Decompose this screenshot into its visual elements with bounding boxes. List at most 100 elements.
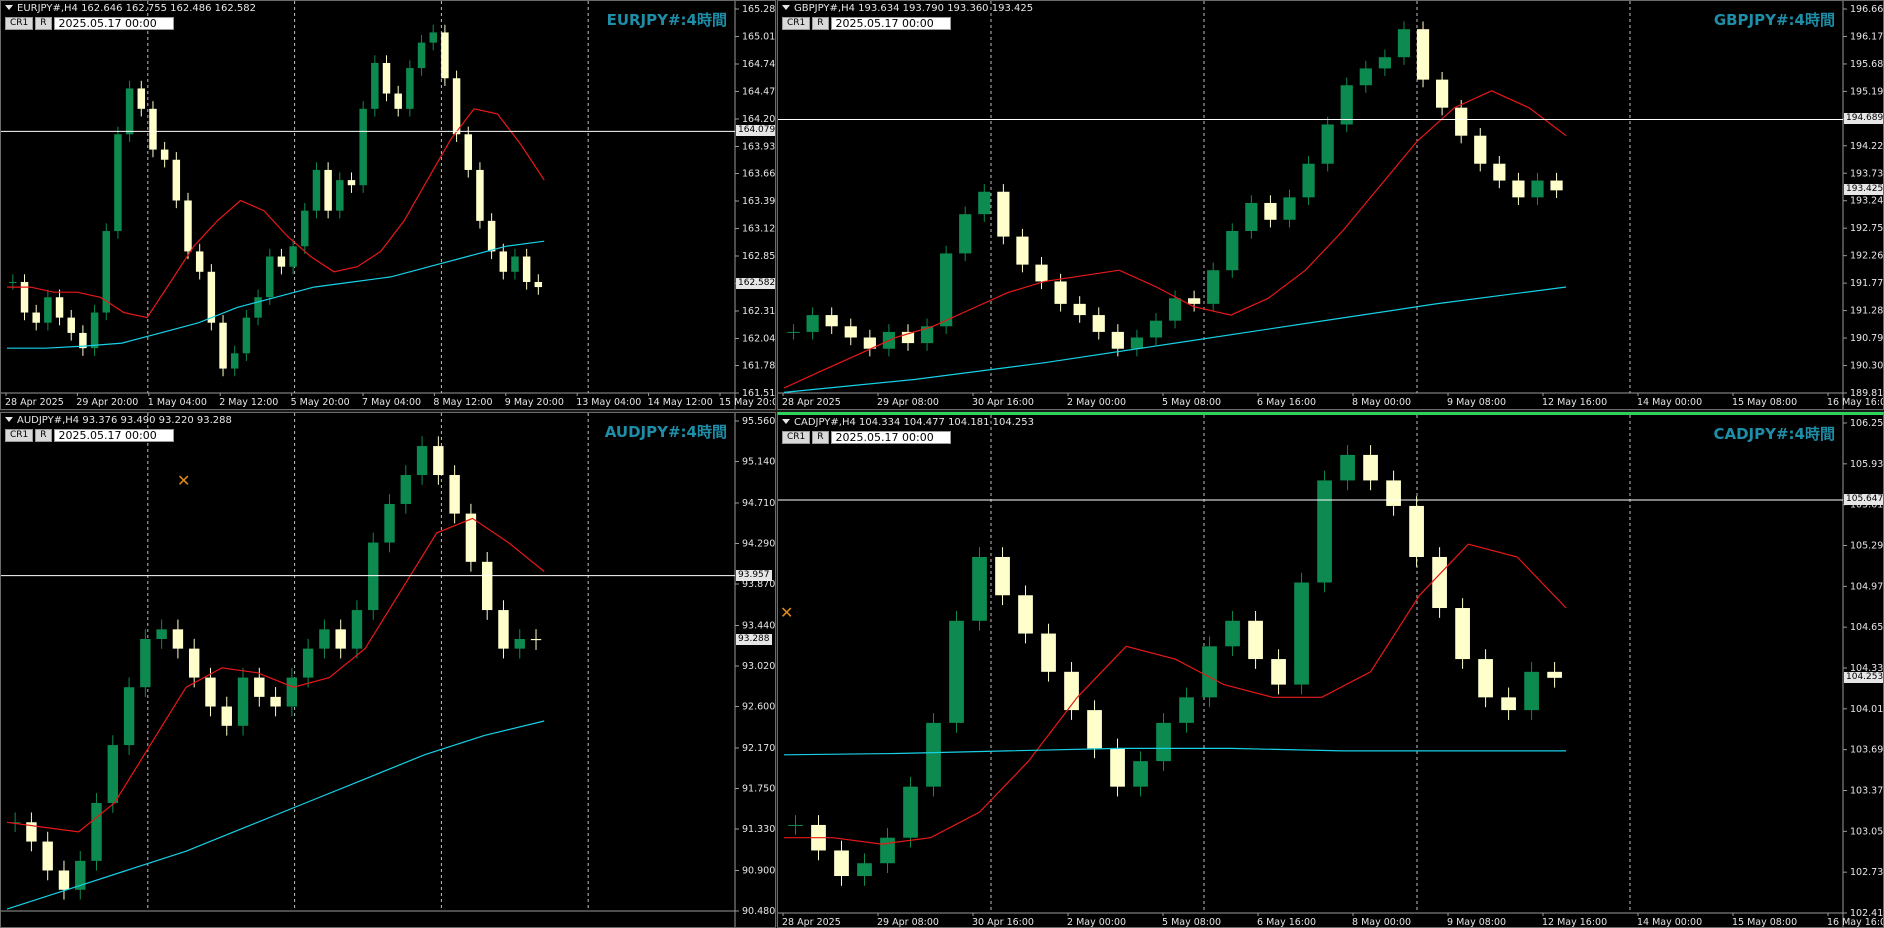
date-field[interactable]: 2025.05.17 00:00 [830, 17, 951, 30]
time-label: 1 May 04:00 [148, 397, 207, 408]
candle [406, 60, 414, 117]
time-label: 12 May 16:00 [1542, 917, 1607, 928]
time-label: 9 May 20:00 [505, 397, 564, 408]
r-button[interactable]: R [35, 17, 52, 30]
price-label: 91.330 [742, 824, 775, 835]
crosshair-tool-icon[interactable]: ✕ [177, 471, 190, 490]
cr1-button[interactable]: CR1 [5, 429, 34, 442]
candle [58, 860, 70, 900]
chart-canvas[interactable]: 95.560 95.140 94.710 94.290 93.870 93.440 93.0… [1, 413, 776, 928]
candle [335, 619, 346, 659]
candle [530, 629, 542, 650]
price-label: 95.560 [742, 416, 775, 427]
price-label: 164.200 [742, 114, 776, 125]
time-label: 30 Apr 16:00 [972, 397, 1034, 408]
dropdown-triangle-icon[interactable] [782, 419, 790, 424]
chart-panel-audjpy[interactable]: 95.560 95.140 94.710 94.290 93.870 93.440 93.0… [0, 412, 776, 928]
candle [20, 274, 29, 321]
price-label: 92.600 [742, 702, 775, 713]
candle [534, 274, 543, 295]
candle [79, 325, 87, 356]
price-label: 192.260 [1850, 251, 1884, 262]
chart-panel-eurjpy[interactable]: 165.280 165.010 164.740 164.470 164.200 163.9… [0, 0, 776, 410]
chart-title: GBPJPY#:4時間 [1713, 11, 1835, 29]
hline-price-tag: 105.647 [1844, 493, 1884, 505]
candle [787, 324, 800, 340]
candle [172, 152, 181, 209]
candle [522, 248, 531, 290]
price-label: 163.395 [742, 196, 776, 207]
candle [1478, 649, 1493, 708]
ma-long-line [6, 720, 545, 910]
chart-canvas[interactable]: 106.250105.930105.610105.290104.970104.6… [778, 415, 1884, 928]
cr1-button[interactable]: CR1 [782, 431, 811, 444]
candle [417, 34, 426, 76]
candle [1432, 547, 1447, 618]
chart-canvas[interactable]: 196.660196.170195.680195.190194.700194.2… [778, 1, 1884, 410]
candle [1149, 313, 1163, 346]
date-field[interactable]: 2025.05.17 00:00 [53, 429, 174, 442]
hline-price-tag: 93.957 [736, 569, 772, 581]
candle [277, 248, 286, 275]
candle [140, 629, 151, 698]
toolbar-badges: CR1 R 2025.05.17 00:00 [782, 17, 951, 30]
time-label: 29 Apr 08:00 [877, 397, 939, 408]
price-label: 95.140 [742, 457, 775, 468]
price-label: 162.855 [742, 251, 776, 262]
candle [449, 465, 460, 524]
candle [32, 304, 40, 331]
dropdown-triangle-icon[interactable] [5, 5, 13, 10]
time-label: 15 May 08:00 [1732, 917, 1797, 928]
price-label: 104.650 [1850, 622, 1884, 633]
candle [972, 547, 987, 631]
candle [156, 619, 167, 649]
current-price-tag: 193.425 [1844, 184, 1884, 196]
ohlc-readout: EURJPY#,H4 162.646 162.755 162.486 162.5… [17, 3, 257, 14]
r-button[interactable]: R [35, 429, 52, 442]
chart-panel-gbpjpy[interactable]: 196.660196.170195.680195.190194.700194.2… [777, 0, 1884, 410]
cr1-button[interactable]: CR1 [5, 17, 34, 30]
ohlc-readout: CADJPY#,H4 104.334 104.477 104.181 104.2… [794, 417, 1034, 428]
candle [926, 713, 941, 797]
candle [1018, 585, 1033, 644]
candle [1455, 598, 1470, 669]
candle [42, 831, 53, 881]
time-label: 30 Apr 16:00 [972, 917, 1034, 928]
candle [834, 840, 849, 886]
candle [371, 55, 379, 117]
time-label: 5 May 08:00 [1162, 397, 1221, 408]
candle [903, 776, 918, 848]
candle [242, 309, 251, 361]
candle [1294, 572, 1309, 695]
dropdown-triangle-icon[interactable] [5, 417, 13, 422]
ohlc-readout: AUDJPY#,H4 93.376 93.490 93.220 93.288 [17, 415, 232, 426]
time-label: 29 Apr 08:00 [877, 917, 939, 928]
symbol-header: AUDJPY#,H4 93.376 93.490 93.220 93.288 [5, 415, 232, 426]
r-button[interactable]: R [812, 17, 829, 30]
price-label: 162.315 [742, 306, 776, 317]
candle [188, 638, 200, 688]
chart-canvas[interactable]: 165.280 165.010 164.740 164.470 164.200 163.9… [1, 1, 776, 410]
candle [1073, 296, 1086, 323]
candle [9, 812, 21, 833]
price-label: 163.665 [742, 168, 776, 179]
candle [114, 126, 122, 239]
dropdown-triangle-icon[interactable] [782, 5, 790, 10]
candle [857, 853, 872, 886]
price-label: 93.870 [742, 579, 775, 590]
date-field[interactable]: 2025.05.17 00:00 [53, 17, 174, 30]
candle [920, 318, 934, 351]
cr1-button[interactable]: CR1 [782, 17, 811, 30]
r-button[interactable]: R [812, 431, 829, 444]
candle [901, 324, 915, 351]
candle [319, 619, 330, 659]
candle [207, 264, 216, 331]
price-label: 103.050 [1850, 826, 1884, 837]
crosshair-tool-icon[interactable]: ✕ [780, 603, 793, 622]
ohlc-readout: GBPJPY#,H4 193.634 193.790 193.360 193.4… [794, 3, 1034, 14]
chart-panel-cadjpy[interactable]: 106.250105.930105.610105.290104.970104.6… [777, 412, 1884, 928]
price-label: 91.750 [742, 784, 775, 795]
candle [788, 815, 803, 835]
date-field[interactable]: 2025.05.17 00:00 [830, 431, 951, 444]
candle [1409, 496, 1424, 567]
